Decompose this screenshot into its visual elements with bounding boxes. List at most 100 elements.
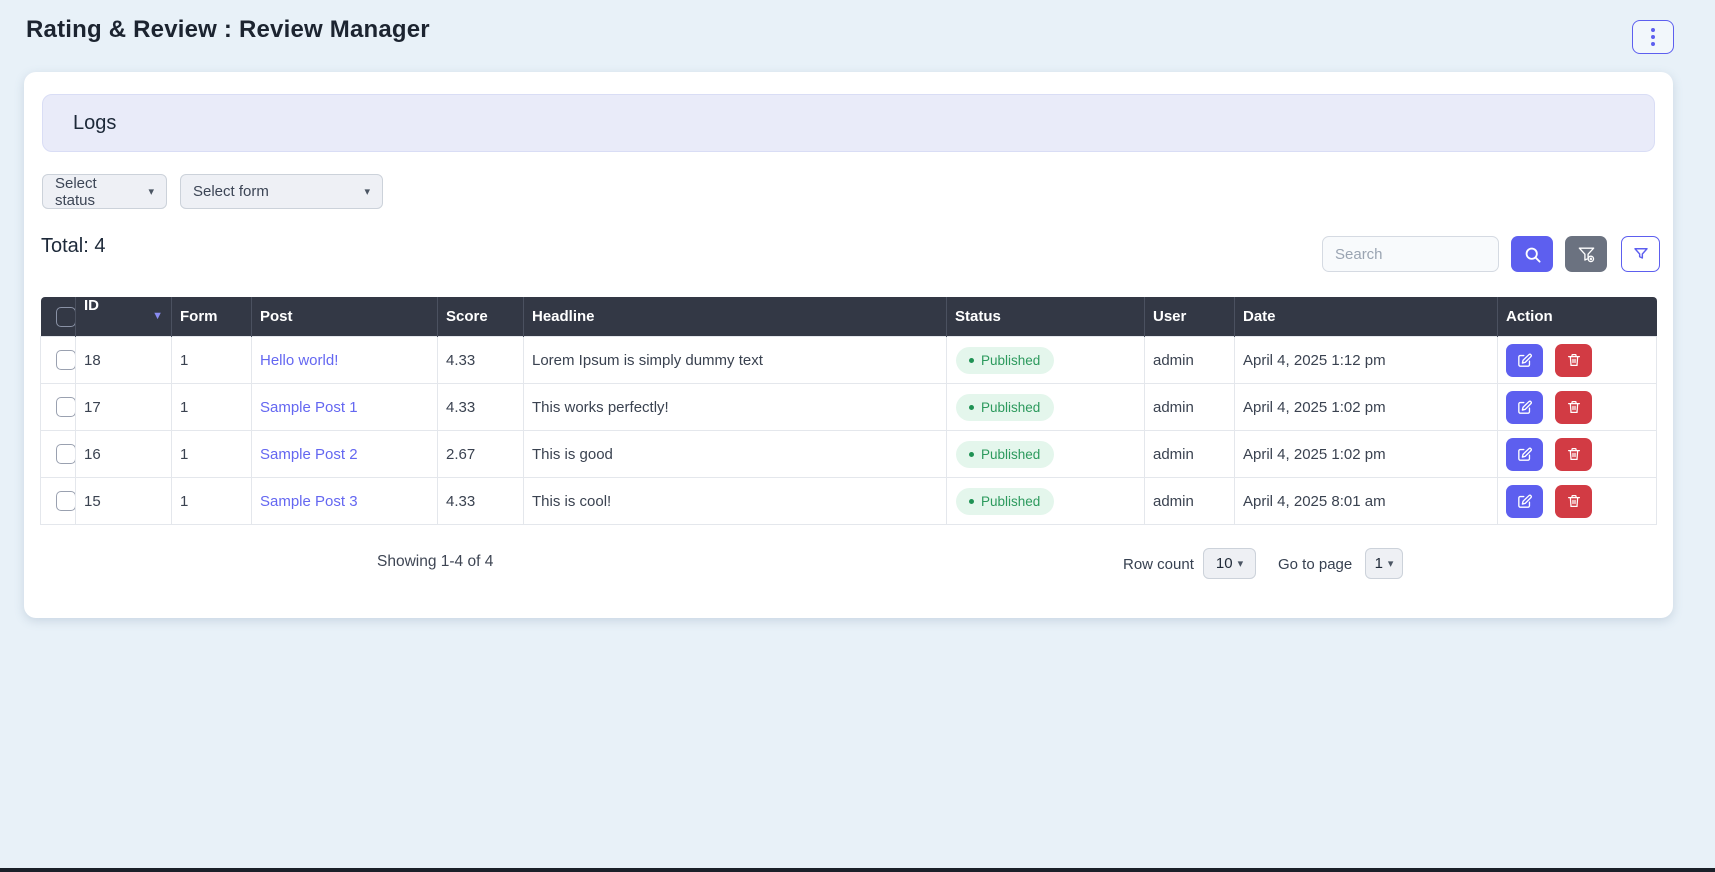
cell-score: 4.33	[437, 336, 524, 384]
column-header-status[interactable]: Status	[946, 297, 1145, 337]
cell-headline: Lorem Ipsum is simply dummy text	[523, 336, 947, 384]
kebab-menu-button[interactable]	[1632, 20, 1674, 54]
total-count: Total: 4	[41, 235, 106, 257]
row-checkbox[interactable]	[56, 491, 75, 511]
post-link[interactable]: Sample Post 1	[260, 399, 358, 416]
delete-button[interactable]	[1555, 484, 1592, 518]
cell-form: 1	[171, 336, 252, 384]
search-button[interactable]	[1511, 236, 1553, 272]
cell-headline: This is good	[523, 430, 947, 478]
clear-filter-button[interactable]	[1565, 236, 1607, 272]
table-row: 16 1 Sample Post 2 2.67 This is good Pub…	[40, 430, 1657, 478]
cell-score: 4.33	[437, 383, 524, 431]
table-row: 15 1 Sample Post 3 4.33 This is cool! Pu…	[40, 477, 1657, 525]
select-all-checkbox[interactable]	[55, 306, 76, 327]
cell-user: admin	[1144, 477, 1235, 525]
column-header-score[interactable]: Score	[437, 297, 524, 337]
post-link[interactable]: Hello world!	[260, 352, 338, 369]
cell-score: 4.33	[437, 477, 524, 525]
column-header-headline[interactable]: Headline	[523, 297, 947, 337]
edit-button[interactable]	[1506, 390, 1543, 424]
status-badge: Published	[956, 440, 1055, 468]
select-form-dropdown[interactable]: Select form ▾	[180, 174, 383, 209]
column-header-user[interactable]: User	[1144, 297, 1235, 337]
trash-icon	[1566, 493, 1582, 509]
cell-id: 16	[75, 430, 172, 478]
edit-button[interactable]	[1506, 484, 1543, 518]
go-to-page-dropdown[interactable]: 1 ▾	[1365, 548, 1403, 579]
status-dot-icon	[969, 404, 974, 410]
pagination-summary: Showing 1-4 of 4	[377, 553, 494, 570]
cell-headline: This works perfectly!	[523, 383, 947, 431]
kebab-dot-icon	[1651, 28, 1655, 32]
kebab-dot-icon	[1651, 35, 1655, 39]
row-checkbox[interactable]	[56, 397, 75, 417]
post-link[interactable]: Sample Post 3	[260, 493, 358, 510]
row-checkbox[interactable]	[56, 444, 75, 464]
select-form-label: Select form	[193, 183, 269, 200]
delete-button[interactable]	[1555, 390, 1592, 424]
delete-button[interactable]	[1555, 437, 1592, 471]
kebab-dot-icon	[1651, 42, 1655, 46]
logs-card: Logs Select status ▾ Select form ▾ Total…	[24, 72, 1673, 618]
chevron-down-icon: ▾	[1237, 558, 1244, 570]
cell-user: admin	[1144, 383, 1235, 431]
cell-date: April 4, 2025 1:12 pm	[1234, 336, 1498, 384]
row-count-dropdown[interactable]: 10 ▾	[1203, 548, 1256, 579]
column-header-form[interactable]: Form	[171, 297, 252, 337]
search-icon	[1523, 245, 1542, 264]
trash-icon	[1566, 446, 1582, 462]
search-input[interactable]	[1322, 236, 1499, 272]
cell-date: April 4, 2025 1:02 pm	[1234, 430, 1498, 478]
delete-button[interactable]	[1555, 343, 1592, 377]
funnel-icon	[1632, 245, 1650, 263]
filter-row: Select status ▾ Select form ▾	[42, 174, 383, 209]
status-badge: Published	[956, 346, 1055, 374]
trash-icon	[1566, 399, 1582, 415]
status-dot-icon	[969, 357, 974, 363]
cell-user: admin	[1144, 430, 1235, 478]
filter-button[interactable]	[1621, 236, 1660, 272]
status-badge: Published	[956, 487, 1055, 515]
status-dot-icon	[969, 498, 974, 504]
sort-desc-icon[interactable]: ▼	[152, 297, 163, 336]
screen-bottom-edge	[0, 868, 1715, 872]
edit-icon	[1516, 399, 1533, 416]
column-header-action: Action	[1497, 297, 1657, 337]
cell-id: 15	[75, 477, 172, 525]
cell-form: 1	[171, 477, 252, 525]
table-row: 17 1 Sample Post 1 4.33 This works perfe…	[40, 383, 1657, 431]
cell-score: 2.67	[437, 430, 524, 478]
chevron-down-icon: ▾	[364, 186, 370, 198]
cell-id: 17	[75, 383, 172, 431]
chevron-down-icon: ▾	[148, 186, 154, 198]
row-count-label: Row count	[1123, 556, 1194, 573]
cell-date: April 4, 2025 8:01 am	[1234, 477, 1498, 525]
cell-headline: This is cool!	[523, 477, 947, 525]
page-title: Rating & Review : Review Manager	[26, 16, 430, 43]
column-header-id[interactable]: ID ▼	[75, 297, 172, 337]
table-row: 18 1 Hello world! 4.33 Lorem Ipsum is si…	[40, 336, 1657, 384]
cell-user: admin	[1144, 336, 1235, 384]
edit-icon	[1516, 352, 1533, 369]
trash-icon	[1566, 352, 1582, 368]
column-header-date[interactable]: Date	[1234, 297, 1498, 337]
post-link[interactable]: Sample Post 2	[260, 446, 358, 463]
cell-form: 1	[171, 430, 252, 478]
edit-button[interactable]	[1506, 343, 1543, 377]
logs-panel-header: Logs	[42, 94, 1655, 152]
select-status-label: Select status	[55, 174, 97, 209]
column-header-post[interactable]: Post	[251, 297, 438, 337]
select-status-dropdown[interactable]: Select status ▾	[42, 174, 167, 209]
row-checkbox[interactable]	[56, 350, 75, 370]
cell-form: 1	[171, 383, 252, 431]
status-dot-icon	[969, 451, 974, 457]
funnel-slash-icon	[1577, 245, 1596, 264]
edit-icon	[1516, 493, 1533, 510]
status-badge: Published	[956, 393, 1055, 421]
cell-id: 18	[75, 336, 172, 384]
edit-icon	[1516, 446, 1533, 463]
logs-heading: Logs	[73, 111, 117, 134]
logs-table: ID ▼ Form Post Score Headline Status User…	[40, 297, 1657, 525]
edit-button[interactable]	[1506, 437, 1543, 471]
